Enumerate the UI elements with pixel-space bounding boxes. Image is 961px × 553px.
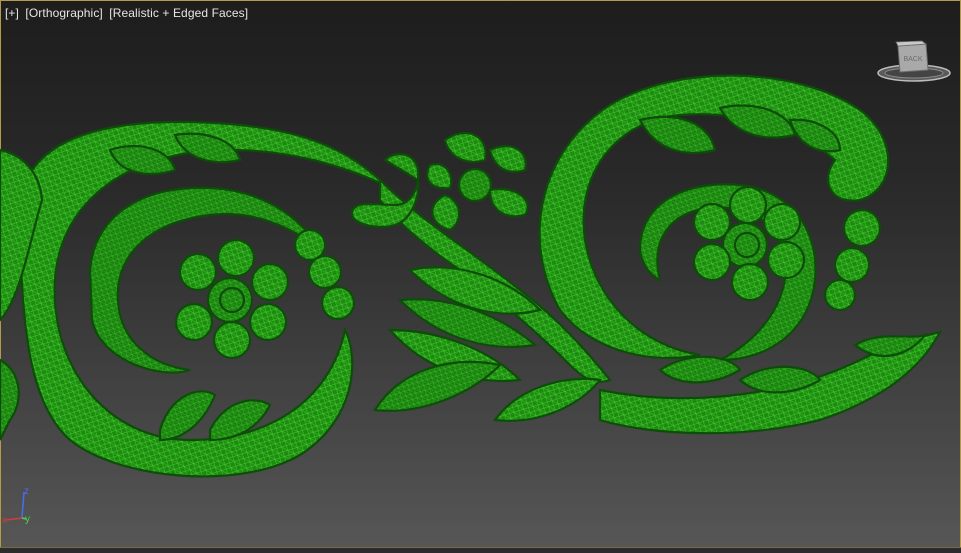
axis-z-label: z	[24, 486, 29, 497]
viewport-perspective[interactable]: [+] [Orthographic] [Realistic + Edged Fa…	[0, 0, 961, 553]
left-beads	[293, 228, 356, 321]
axis-gizmo-icon: z x y	[2, 486, 30, 526]
viewport-label[interactable]: [+] [Orthographic] [Realistic + Edged Fa…	[5, 6, 248, 20]
right-beads	[823, 208, 882, 312]
axis-y-label: y	[25, 514, 30, 525]
view-mode-button[interactable]: [Orthographic]	[25, 6, 102, 20]
viewport-bottom-border	[0, 547, 961, 553]
shading-mode-button[interactable]: [Realistic + Edged Faces]	[109, 6, 248, 20]
center-flower	[426, 131, 529, 232]
viewport-menu-button[interactable]: [+]	[5, 6, 19, 20]
viewcube-face-label: BACK	[903, 56, 922, 63]
center-leaf-4	[373, 360, 503, 412]
viewcube-icon[interactable]: BACK	[876, 40, 952, 86]
lace-ornament-mesh[interactable]	[0, 0, 961, 553]
center-leaf-5	[493, 377, 603, 422]
left-bottom-leaf	[0, 358, 20, 441]
axis-x-label: x	[2, 515, 7, 526]
left-flower	[174, 238, 290, 360]
